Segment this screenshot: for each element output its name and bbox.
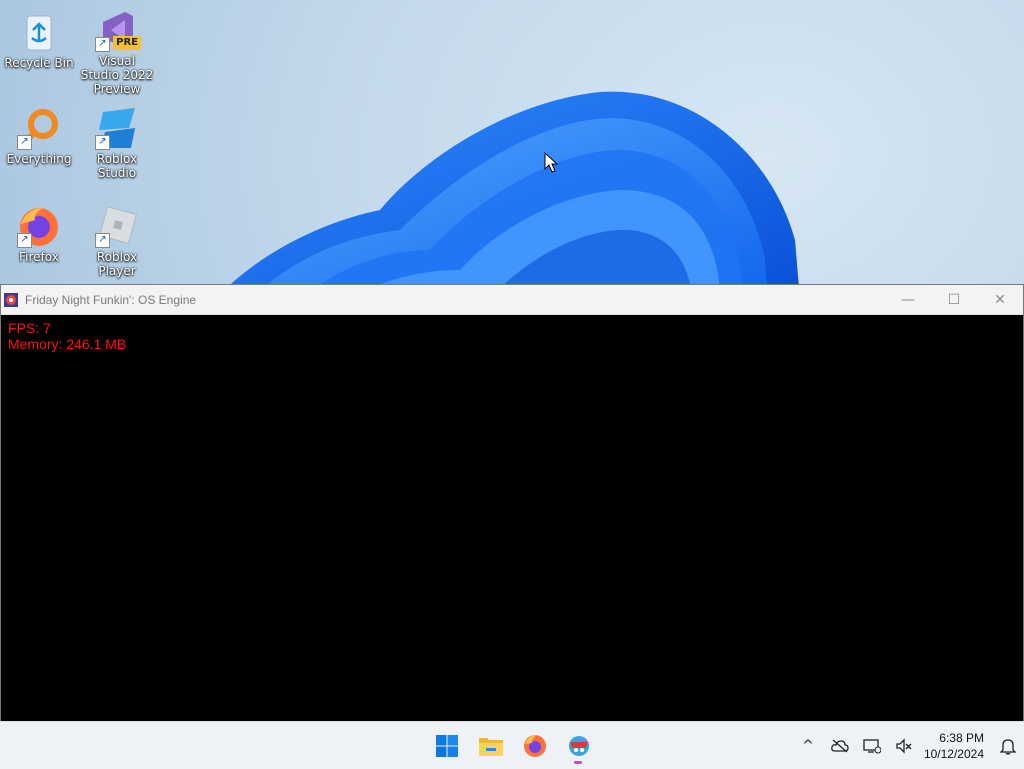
- desktop-icon-label: Roblox Studio: [96, 152, 138, 180]
- folder-icon: [479, 737, 503, 756]
- window-title: Friday Night Funkin': OS Engine: [25, 292, 197, 307]
- desktop-icon-roblox-player[interactable]: ↗ Roblox Player: [79, 204, 155, 278]
- desktop-icon-label: Roblox Player: [96, 250, 138, 278]
- show-hidden-icons-button[interactable]: ^: [792, 722, 824, 769]
- fps-counter: FPS: 7: [8, 320, 51, 336]
- shortcut-arrow-icon: ↗: [95, 135, 110, 150]
- preview-badge: PRE: [113, 36, 141, 50]
- firefox-icon: [524, 734, 546, 757]
- desktop-icon-label: Firefox: [19, 250, 59, 264]
- desktop-icon-roblox-studio[interactable]: ↗ Roblox Studio: [79, 106, 155, 180]
- onedrive-cloud-icon[interactable]: [824, 722, 856, 769]
- clock-time: 6:38 PM: [939, 730, 984, 745]
- taskbar: ^ 6:38 PM 10/12/2024: [0, 721, 1024, 769]
- desktop-icon-label: Everything: [6, 152, 72, 166]
- start-button[interactable]: [425, 722, 469, 769]
- network-icon[interactable]: [856, 722, 888, 769]
- taskbar-fnf-engine[interactable]: [557, 722, 601, 769]
- maximize-button[interactable]: ☐: [931, 285, 977, 314]
- notification-bell-icon[interactable]: [992, 722, 1024, 769]
- taskbar-firefox[interactable]: [513, 722, 557, 769]
- game-canvas[interactable]: FPS: 7 Memory: 246.1 MB: [1, 315, 1023, 721]
- desktop-icon-label: Visual Studio 2022 Preview: [80, 54, 154, 96]
- minimize-button[interactable]: —: [885, 285, 931, 314]
- mouse-cursor-icon: [544, 152, 558, 173]
- taskbar-file-explorer[interactable]: [469, 722, 513, 769]
- close-button[interactable]: ✕: [977, 285, 1023, 314]
- fnf-app-icon: [4, 292, 18, 307]
- recycle-bin-icon: [17, 10, 61, 54]
- taskbar-apps: [425, 722, 601, 769]
- shortcut-arrow-icon: ↗: [17, 135, 32, 150]
- desktop-icon-everything[interactable]: ↗ Everything: [1, 106, 77, 166]
- volume-muted-icon[interactable]: [888, 722, 920, 769]
- fnf-engine-icon: [569, 735, 589, 756]
- roblox-player-icon: ↗: [95, 204, 139, 248]
- desktop-icon-firefox[interactable]: ↗ Firefox: [1, 204, 77, 264]
- everything-search-icon: ↗: [17, 106, 61, 150]
- desktop-icon-visual-studio[interactable]: PRE ↗ Visual Studio 2022 Preview: [79, 8, 155, 96]
- firefox-icon: ↗: [17, 204, 61, 248]
- system-tray: ^ 6:38 PM 10/12/2024: [792, 722, 1024, 769]
- app-window: Friday Night Funkin': OS Engine — ☐ ✕ FP…: [0, 284, 1024, 722]
- visual-studio-icon: PRE ↗: [95, 8, 141, 52]
- clock-date: 10/12/2024: [923, 746, 984, 761]
- window-titlebar[interactable]: Friday Night Funkin': OS Engine — ☐ ✕: [1, 285, 1023, 315]
- roblox-studio-icon: ↗: [95, 106, 139, 150]
- windows-start-icon: [436, 734, 458, 757]
- running-indicator: [574, 761, 582, 764]
- shortcut-arrow-icon: ↗: [17, 233, 32, 248]
- desktop-icon-label: Recycle Bin: [4, 56, 74, 70]
- desktop-icon-recycle-bin[interactable]: Recycle Bin: [1, 10, 77, 70]
- taskbar-clock[interactable]: 6:38 PM 10/12/2024: [920, 730, 992, 762]
- memory-counter: Memory: 246.1 MB: [8, 336, 127, 352]
- shortcut-arrow-icon: ↗: [95, 37, 110, 52]
- shortcut-arrow-icon: ↗: [95, 233, 110, 248]
